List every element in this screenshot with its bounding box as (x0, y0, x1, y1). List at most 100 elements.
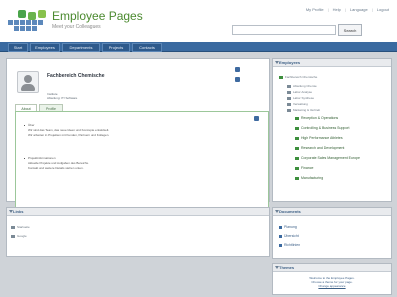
tree-item[interactable]: Abteilung Chemie (287, 84, 317, 88)
profile-name: Fachbereich Chemische (47, 73, 105, 79)
section-text: Wir arbeiten in Projekten mit Kunden, Pa… (28, 133, 110, 137)
brand: Employee Pages Meet your Colleagues (52, 9, 143, 30)
edit-icon[interactable] (254, 116, 259, 121)
edit-icon[interactable] (235, 77, 240, 82)
profile-panel: Fachbereich Chemische Institute Abteilun… (6, 58, 270, 257)
tab-projects[interactable]: Projects (102, 43, 130, 52)
folder-icon (295, 116, 299, 120)
profile-department: Institute Abteilung: IT/ Software (47, 92, 77, 100)
bullet (24, 125, 25, 126)
link-item[interactable]: Startseite (11, 225, 30, 229)
main-nav: Start Employees Departments Projects Con… (0, 42, 397, 52)
search-input[interactable] (232, 25, 336, 35)
app-title: Employee Pages (52, 9, 143, 23)
employees-panel: Employees Fachbereich Chemische Abteilun… (272, 58, 392, 202)
folder-icon (295, 136, 299, 140)
bullet (24, 158, 25, 159)
edit-icon[interactable] (235, 67, 240, 72)
tree-item[interactable]: High Performance Athletes (295, 136, 343, 140)
tab-departments[interactable]: Departments (62, 43, 100, 52)
tree-label: Research and Development (301, 146, 345, 150)
links-panel: Links Startseite Google (6, 207, 270, 257)
link-logout[interactable]: Logout (377, 7, 389, 12)
tree-item[interactable]: Marketing & Vertrieb (287, 108, 320, 112)
link-item[interactable]: Google (11, 234, 27, 238)
tree-label: Marketing & Vertrieb (293, 108, 321, 112)
tree-item[interactable]: Verwaltung (287, 102, 308, 106)
tree-item[interactable]: Research and Development (295, 146, 344, 150)
tab-contacts[interactable]: Contacts (132, 43, 162, 52)
tree-label: Finance (301, 166, 314, 170)
links-title: Links (13, 209, 24, 214)
document-label: Richtlinien (284, 243, 301, 247)
collapse-icon[interactable] (275, 61, 279, 64)
person-icon (287, 102, 291, 106)
app-subtitle: Meet your Colleagues (52, 24, 101, 30)
section-text: Wir sind das Team, das neue Ideen und Ko… (28, 128, 110, 132)
tree-label: Manufacturing (301, 176, 324, 180)
tree-item[interactable]: Finance (295, 166, 313, 170)
document-icon (279, 225, 282, 229)
tree-item[interactable]: Manufacturing (295, 176, 323, 180)
links-title-bar: Links (7, 208, 269, 216)
document-link[interactable]: Richtlinien (279, 243, 300, 247)
document-link[interactable]: Übersicht (279, 234, 299, 238)
documents-panel: Documents Planung Übersicht Richtlinien (272, 207, 392, 259)
document-link[interactable]: Planung (279, 225, 297, 229)
department-line: Abteilung: IT/ Software (47, 96, 78, 100)
folder-icon (295, 156, 299, 160)
page: Employee Pages Meet your Colleagues My P… (0, 0, 397, 297)
tab-start[interactable]: Start (8, 43, 28, 52)
tab-employees[interactable]: Employees (30, 43, 60, 52)
avatar (17, 71, 39, 93)
person-icon (287, 96, 291, 100)
tree-label: Corporate Sales Management Europe (301, 156, 360, 160)
folder-icon (295, 146, 299, 150)
document-icon (279, 234, 282, 238)
collapse-icon[interactable] (9, 210, 13, 213)
tree-root-label: Fachbereich Chemische (285, 75, 318, 79)
employees-title: Employees (279, 60, 301, 65)
section-text: Kontakt und weitere Details stehen unten… (28, 166, 84, 170)
person-icon (287, 108, 291, 112)
document-label: Übersicht (284, 234, 299, 238)
link-my-profile[interactable]: My Profile (306, 7, 324, 12)
company-logo-icon (8, 8, 48, 34)
folder-icon (295, 126, 299, 130)
tree-item[interactable]: Corporate Sales Management Europe (295, 156, 360, 160)
top-links: My Profile | Help | Language | Logout (306, 7, 389, 12)
link-icon (11, 234, 15, 238)
documents-title-bar: Documents (273, 208, 391, 216)
section-text: Aktuelle Projekte und Aufgaben des Berei… (28, 161, 89, 165)
themes-panel: Themes Welcome to the Employee Pages. Ch… (272, 263, 392, 295)
section-title: Über (28, 123, 35, 127)
tree-item[interactable]: Controlling & Business Support (295, 126, 349, 130)
folder-icon (295, 166, 299, 170)
link-icon (11, 225, 15, 229)
section-title: Projektinformationen (28, 156, 56, 160)
collapse-icon[interactable] (275, 266, 279, 269)
person-icon (287, 90, 291, 94)
documents-title: Documents (279, 209, 301, 214)
tree-label: Labor Synthese (293, 96, 315, 100)
document-icon (279, 243, 282, 247)
themes-title: Themes (279, 265, 295, 270)
tree-label: High Performance Athletes (301, 136, 343, 140)
search-button[interactable]: Search (338, 24, 362, 36)
link-help[interactable]: Help (333, 7, 341, 12)
tree-label: Controlling & Business Support (301, 126, 350, 130)
tree-label: Abteilung Chemie (293, 84, 317, 88)
separator: | (327, 7, 329, 12)
tree-item[interactable]: Labor Analyse (287, 90, 312, 94)
link-language[interactable]: Language (350, 7, 368, 12)
tree-root[interactable]: Fachbereich Chemische (279, 75, 317, 79)
themes-link[interactable]: Change appearance (277, 284, 387, 288)
tree-label: Labor Analyse (293, 90, 313, 94)
tree-item[interactable]: Labor Synthese (287, 96, 314, 100)
separator: | (371, 7, 373, 12)
employees-title-bar: Employees (273, 59, 391, 67)
person-icon (287, 84, 291, 88)
collapse-icon[interactable] (275, 210, 279, 213)
folder-icon (279, 75, 283, 79)
tree-item[interactable]: Reception & Operations (295, 116, 338, 120)
